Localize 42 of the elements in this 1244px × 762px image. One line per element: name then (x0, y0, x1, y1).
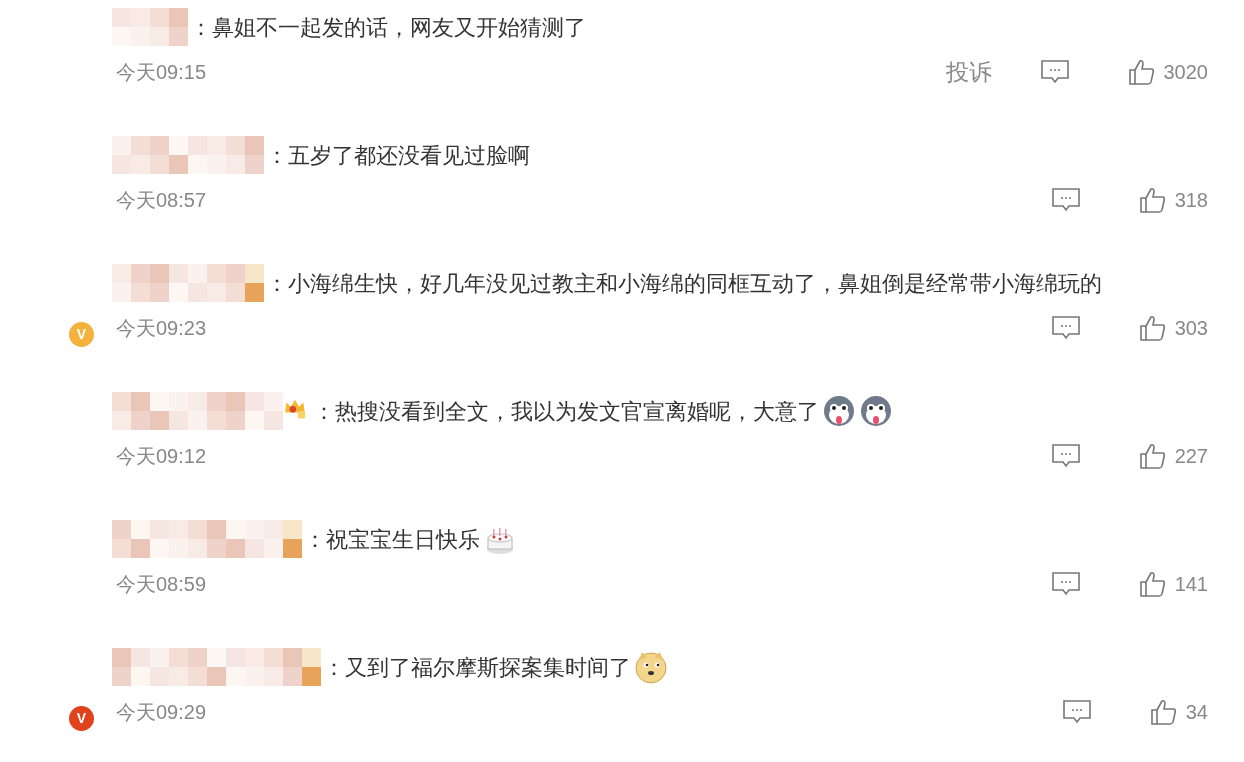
dog-emoji-icon (634, 650, 668, 684)
comment-time: 今天09:15 (116, 60, 207, 85)
comment-text: 祝宝宝生日快乐 (326, 525, 480, 554)
thumbs-up-icon[interactable] (1138, 314, 1167, 342)
thumbs-up-icon[interactable] (1149, 698, 1178, 726)
thumbs-up-icon[interactable] (1127, 58, 1156, 86)
like-count: 303 (1174, 316, 1208, 341)
comment-time: 今天09:12 (116, 444, 207, 469)
verified-badge: V (69, 706, 94, 731)
husky-emoji-icon (822, 394, 856, 428)
comment-time: 今天09:23 (116, 316, 207, 341)
like-count: 141 (1174, 572, 1208, 597)
comment-icon[interactable] (1050, 571, 1081, 597)
colon: ： (304, 525, 326, 554)
thumbs-up-icon[interactable] (1138, 186, 1167, 214)
comment-icon[interactable] (1050, 187, 1081, 213)
comment-icon[interactable] (1061, 699, 1092, 725)
comment-text: 鼻姐不一起发的话，网友又开始猜测了 (212, 13, 586, 42)
like-count: 318 (1174, 188, 1208, 213)
report-link[interactable]: 投诉 (945, 54, 992, 90)
comment-icon[interactable] (1050, 315, 1081, 341)
colon: ： (323, 653, 345, 682)
thumbs-up-icon[interactable] (1138, 442, 1167, 470)
comment-time: 今天08:59 (116, 572, 207, 597)
comment-icon[interactable] (1050, 443, 1081, 469)
like-count: 3020 (1163, 60, 1208, 85)
verified-badge: V (69, 322, 94, 347)
comment-time: 今天09:29 (116, 700, 207, 725)
comment-text: 热搜没看到全文，我以为发文官宣离婚呢，大意了 (335, 397, 819, 426)
colon: ： (266, 141, 288, 170)
colon: ： (313, 397, 335, 426)
comment-icon[interactable] (1039, 59, 1070, 85)
colon: ： (190, 13, 212, 42)
comment-text: 又到了福尔摩斯探案集时间了 (345, 653, 631, 682)
comment-text: 小海绵生快，好几年没见过教主和小海绵的同框互动了，鼻姐倒是经常带小海绵玩的 (288, 269, 1102, 298)
comment-text: 五岁了都还没看见过脸啊 (288, 141, 530, 170)
thumbs-up-icon[interactable] (1138, 570, 1167, 598)
comment-time: 今天08:57 (116, 188, 207, 213)
like-count: 227 (1174, 444, 1208, 469)
like-count: 34 (1185, 700, 1208, 725)
husky-emoji-icon (859, 394, 893, 428)
colon: ： (266, 269, 288, 298)
